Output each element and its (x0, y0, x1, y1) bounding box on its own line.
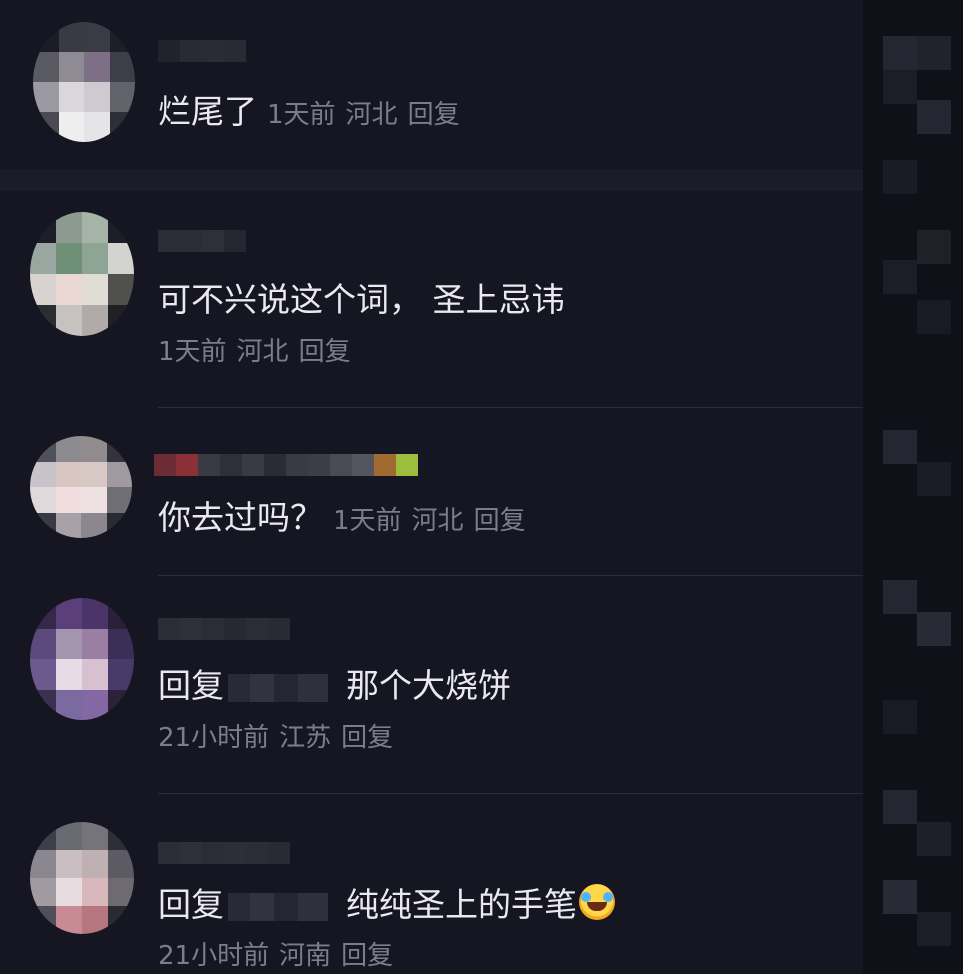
divider (158, 407, 863, 408)
comment-text: 那个大烧饼 (346, 666, 511, 705)
comment-body: 烂尾了 1天前 河北 回复 (158, 92, 470, 135)
reply-button[interactable]: 回复 (341, 941, 393, 971)
reply-prefix: 回复 (158, 666, 224, 705)
reply-button[interactable]: 回复 (341, 723, 393, 753)
comment-time: 1天前 (333, 506, 402, 536)
comment-body: 你去过吗？ 1天前 河北 回复 (158, 498, 536, 541)
username-redacted[interactable] (158, 842, 290, 864)
username-redacted[interactable] (158, 40, 246, 62)
comment-location: 河南 (279, 941, 332, 971)
comment-meta: 1天前 河北 回复 (158, 336, 361, 368)
avatar[interactable] (30, 212, 134, 336)
avatar[interactable] (30, 822, 134, 934)
reply-button[interactable]: 回复 (299, 337, 351, 367)
comment-text: 可不兴说这个词， 圣上忌讳 (158, 280, 565, 319)
comment-text: 你去过吗？ (158, 498, 323, 537)
comment-time: 21小时前 (158, 723, 270, 753)
reply-button[interactable]: 回复 (474, 506, 526, 536)
comment-body: 可不兴说这个词， 圣上忌讳 (158, 280, 565, 320)
right-panel-redacted (863, 0, 963, 974)
username-redacted[interactable] (158, 230, 246, 252)
comment-time: 1天前 (267, 100, 336, 130)
divider (158, 575, 863, 576)
reply-prefix: 回复 (158, 885, 224, 924)
comment-meta: 21小时前 河南 回复 (158, 940, 403, 972)
divider (158, 793, 863, 794)
avatar[interactable] (33, 22, 135, 142)
username-redacted[interactable] (158, 618, 290, 640)
comment-meta: 1天前 河北 回复 (267, 100, 470, 130)
comment-location: 河北 (345, 100, 398, 130)
rolling-on-floor-laughing-emoji-icon (579, 884, 615, 920)
comment-time: 21小时前 (158, 941, 270, 971)
comment-list-screen: 烂尾了 1天前 河北 回复 可不兴说这个词， 圣上忌讳 1天前 河北 回复 你去… (0, 0, 963, 974)
comment-text: 纯纯圣上的手笔 (346, 885, 577, 924)
comment-body: 回复 纯纯圣上的手笔 (158, 884, 615, 925)
reply-button[interactable]: 回复 (408, 100, 460, 130)
mentioned-username-redacted[interactable] (228, 892, 328, 921)
section-divider (0, 170, 863, 191)
avatar[interactable] (30, 436, 132, 538)
username-redacted[interactable] (154, 454, 418, 476)
comment-location: 河北 (236, 337, 289, 367)
comment-body: 回复 那个大烧饼 (158, 666, 511, 706)
comment-meta: 21小时前 江苏 回复 (158, 722, 403, 754)
comment-location: 江苏 (279, 723, 332, 753)
mentioned-username-redacted[interactable] (228, 673, 328, 702)
comment-location: 河北 (411, 506, 464, 536)
comment-text: 烂尾了 (158, 92, 257, 131)
avatar[interactable] (30, 598, 134, 720)
comment-meta: 1天前 河北 回复 (333, 506, 536, 536)
comment-time: 1天前 (158, 337, 227, 367)
